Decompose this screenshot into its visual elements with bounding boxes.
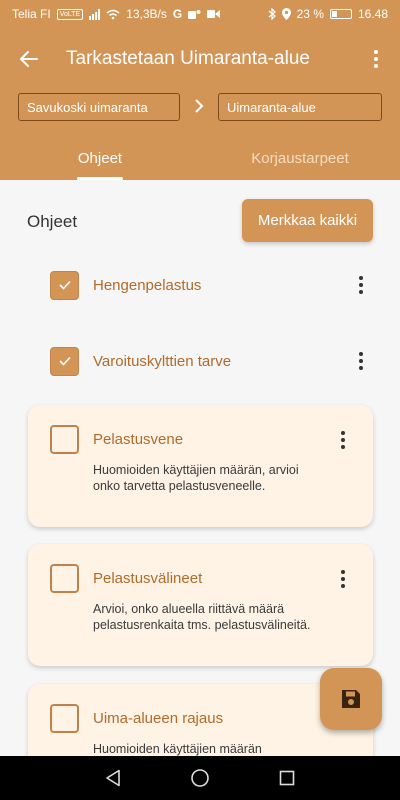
carrier-label: Telia FI [12,7,51,21]
breadcrumb-item-location[interactable]: Savukoski uimaranta [18,93,180,121]
more-vert-icon[interactable] [349,349,373,373]
save-icon [342,690,360,708]
wifi-icon [106,9,120,19]
list-item: Hengenpelastus [28,260,373,310]
section-title: Ohjeet [27,212,78,231]
item-description: Huomioiden käyttäjien määrän [93,742,262,756]
speed-label: 13,3B/s [126,7,167,21]
more-vert-icon[interactable] [349,273,373,297]
mark-all-button[interactable]: Merkkaa kaikki [242,199,373,242]
item-description: Arvioi, onko alueella riittävä määrä pel… [93,602,311,632]
status-bar: Telia FI VoLTE 13,3B/s G 23 % 16.48 [0,0,400,28]
battery-icon [329,9,352,19]
tab-label: Ohjeet [77,149,123,167]
clock: 16.48 [357,7,388,21]
recents-nav-icon[interactable] [272,763,302,793]
tab-label: Korjaustarpeet [251,149,349,167]
google-icon: G [172,7,183,21]
save-button[interactable] [320,668,382,730]
breadcrumb: Savukoski uimaranta Uimaranta-alue [0,90,400,124]
instruction-card: Pelastusvene Huomioiden käyttäjien määrä… [28,405,373,527]
battery-percent: 23 % [296,7,324,21]
signal-icon [89,8,101,20]
checkbox-checked[interactable] [50,270,79,300]
tab-korjaustarpeet[interactable]: Korjaustarpeet [200,136,400,180]
instruction-card: Pelastusvälineet Arvioi, onko alueella r… [28,544,373,666]
tab-ohjeet[interactable]: Ohjeet [0,136,200,180]
checkbox-unchecked[interactable] [50,425,79,454]
list-item: Varoituskylttien tarve [28,336,373,386]
item-label: Pelastusvene [93,431,184,448]
app-bar: Tarkastetaan Uimaranta-alue Savukoski ui… [0,28,400,180]
item-description: Huomioiden käyttäjien määrän, arvioi onk… [93,463,299,493]
more-vert-icon[interactable] [331,567,355,591]
checkbox-checked[interactable] [50,346,79,376]
checkbox-unchecked[interactable] [50,704,79,733]
location-icon [281,8,291,20]
system-nav-bar [0,756,400,800]
breadcrumb-item-area[interactable]: Uimaranta-alue [218,93,382,121]
item-label: Varoituskylttien tarve [93,352,232,370]
chevron-right-icon [180,97,218,118]
page-title: Tarkastetaan Uimaranta-alue [66,48,310,69]
item-label: Pelastusvälineet [93,570,203,587]
bluetooth-icon [268,8,276,20]
video-icon [207,10,221,18]
teams-icon [188,9,201,19]
checkbox-unchecked[interactable] [50,564,79,593]
tab-bar: Ohjeet Korjaustarpeet [0,136,400,180]
item-label: Hengenpelastus [93,276,202,294]
home-nav-icon[interactable] [185,763,215,793]
volte-badge: VoLTE [56,8,84,20]
back-nav-icon[interactable] [98,763,128,793]
item-label: Uima-alueen rajaus [93,710,224,727]
more-vert-icon[interactable] [331,428,355,452]
back-arrow-icon[interactable] [18,48,40,70]
overflow-menu-icon[interactable] [364,47,388,71]
